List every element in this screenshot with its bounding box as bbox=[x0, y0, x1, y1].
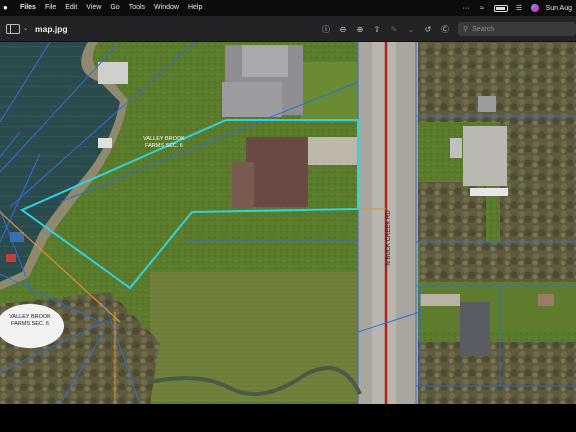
search-icon: ⚲ bbox=[463, 26, 469, 33]
menu-tools[interactable]: Tools bbox=[129, 0, 145, 16]
dots-icon[interactable]: ··· bbox=[462, 4, 471, 13]
chevron-down-icon[interactable]: ⌄ bbox=[23, 25, 28, 32]
clock[interactable]: Sun Aug bbox=[546, 5, 572, 12]
zoom-in-icon[interactable]: ⊕ bbox=[352, 21, 368, 37]
search-placeholder: Search bbox=[472, 25, 495, 33]
annotate-icon[interactable]: Ⓒ bbox=[437, 21, 453, 37]
window-bottom bbox=[0, 404, 576, 432]
search-field[interactable]: ⚲ Search bbox=[458, 22, 576, 36]
apple-icon[interactable]: ● bbox=[3, 0, 13, 16]
info-icon[interactable]: ⓘ bbox=[318, 21, 334, 37]
menu-window[interactable]: Window bbox=[154, 0, 179, 16]
subdivision-label-1b: FARMS SEC. 6 bbox=[145, 143, 183, 149]
subdivision-label-2: VALLEY BROOK bbox=[9, 314, 51, 320]
status-area: ··· ≈ ☰ Sun Aug bbox=[462, 0, 572, 16]
image-viewer[interactable]: VALLEY BROOK FARMS SEC. 6 VALLEY BROOK F… bbox=[0, 42, 576, 404]
menu-files[interactable]: Files bbox=[20, 0, 36, 16]
battery-icon[interactable] bbox=[493, 4, 508, 12]
aerial-map-image: VALLEY BROOK FARMS SEC. 6 VALLEY BROOK F… bbox=[0, 42, 576, 404]
share-icon[interactable]: ⇧ bbox=[369, 21, 385, 37]
preview-toolbar: ⌄ map.jpg ⓘ ⊖ ⊕ ⇧ ✎ ⌄ ↺ Ⓒ ⚲ Search bbox=[0, 16, 576, 42]
menu-edit[interactable]: Edit bbox=[65, 0, 77, 16]
menu-file[interactable]: File bbox=[45, 0, 56, 16]
document-title: map.jpg bbox=[35, 23, 68, 34]
zoom-out-icon[interactable]: ⊖ bbox=[335, 21, 351, 37]
menu-view[interactable]: View bbox=[86, 0, 101, 16]
menu-bar: ● Files File Edit View Go Tools Window H… bbox=[0, 0, 576, 16]
rotate-icon[interactable]: ↺ bbox=[420, 21, 436, 37]
subdivision-label-1: VALLEY BROOK bbox=[143, 136, 185, 142]
siri-icon[interactable] bbox=[530, 4, 539, 12]
control-center-icon[interactable]: ☰ bbox=[515, 4, 524, 13]
sidebar-toggle-icon[interactable] bbox=[6, 23, 20, 34]
subdivision-label-2b: FARMS SEC. 6 bbox=[11, 321, 49, 327]
wifi-icon[interactable]: ≈ bbox=[478, 4, 487, 13]
markup-pen-icon[interactable]: ✎ bbox=[386, 21, 402, 37]
chevron-down-icon[interactable]: ⌄ bbox=[403, 21, 419, 37]
menu-go[interactable]: Go bbox=[110, 0, 119, 16]
menu-help[interactable]: Help bbox=[188, 0, 202, 16]
road-label: N BUCK CREEK RD bbox=[386, 210, 392, 266]
